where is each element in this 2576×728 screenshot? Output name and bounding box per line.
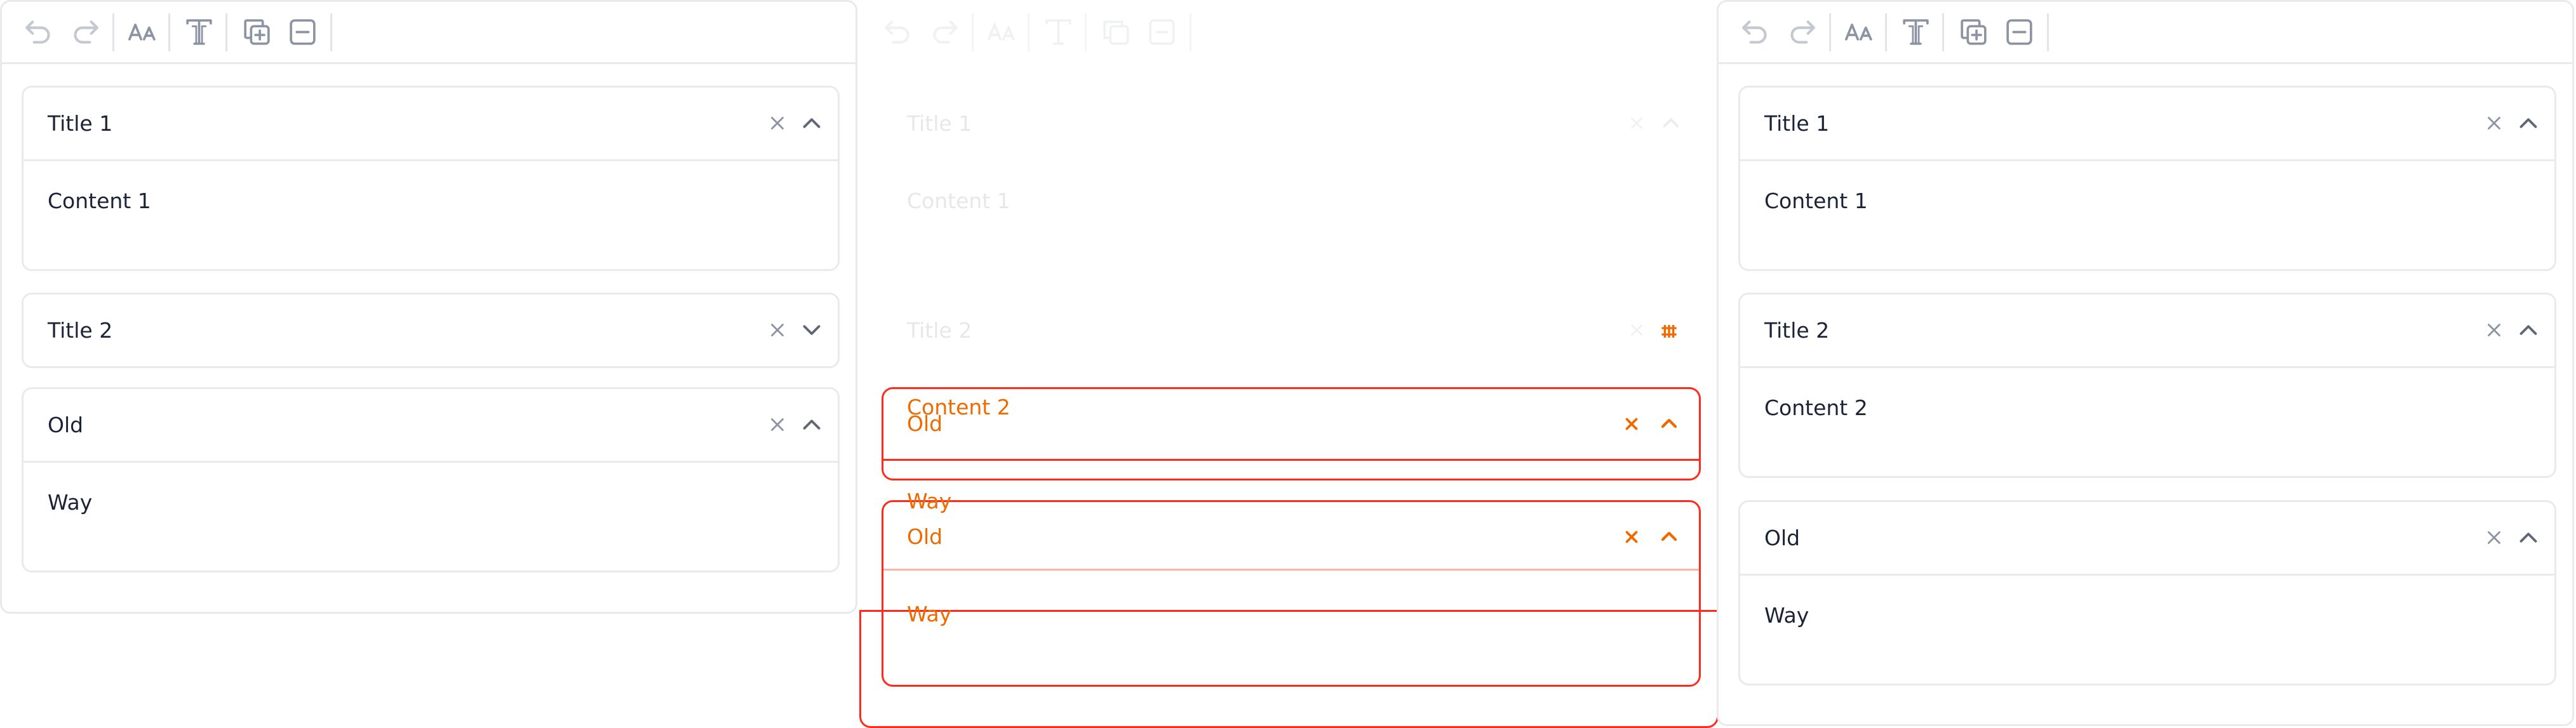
accordion-title[interactable]: Title 2 (1764, 295, 1829, 366)
close-icon[interactable] (767, 112, 788, 134)
accordion-editor-middle: Title 1 Content 1 Title 2 Content 2 Old … (859, 0, 1719, 728)
accordion-title[interactable]: Title 2 (48, 295, 112, 366)
accordion-content[interactable]: Content 1 (1764, 187, 1868, 215)
toolbar-divider (2047, 13, 2049, 51)
undo-icon[interactable] (880, 15, 915, 50)
accordion-title[interactable]: Old (48, 389, 83, 461)
accordion-header[interactable]: Title 2 (1740, 295, 2554, 366)
redo-icon[interactable] (68, 15, 103, 50)
toolbar (2, 2, 855, 64)
toolbar-divider (1028, 13, 1030, 51)
accordion-title[interactable]: Old (1764, 502, 1800, 574)
chevron-up-icon[interactable] (797, 410, 826, 439)
toolbar-divider (168, 13, 170, 51)
accordion-item: Title 2 (881, 293, 1699, 368)
chevron-down-icon[interactable] (797, 315, 826, 345)
accordion-body: Content 1 (883, 159, 1697, 269)
text-format-icon[interactable] (182, 15, 217, 50)
duplicate-icon[interactable] (1956, 15, 1991, 50)
toolbar-divider (330, 13, 332, 51)
accordion-content[interactable]: Way (1764, 601, 1809, 630)
font-size-icon[interactable] (1842, 15, 1877, 50)
accordion-item: Title 2 Content 2 (1738, 293, 2556, 478)
accordion-item: Old Way (22, 387, 840, 572)
accordion-header[interactable]: Old (23, 389, 838, 461)
accordion-title[interactable]: Title 1 (48, 88, 112, 159)
accordion-body: Way (1740, 574, 2554, 684)
close-icon[interactable] (1622, 414, 1641, 433)
close-icon[interactable] (1622, 527, 1641, 546)
close-icon[interactable] (2483, 319, 2505, 341)
close-icon[interactable] (1626, 112, 1647, 134)
drag-title-label: Old (907, 524, 943, 549)
accordion-editor-right: Title 1 Content 1 Title 2 Content 2 Old … (1717, 0, 2574, 726)
toolbar-divider (1942, 13, 1944, 51)
toolbar-divider (225, 13, 227, 51)
font-size-icon[interactable] (125, 15, 160, 50)
accordion-header[interactable]: Old (1740, 502, 2554, 574)
toolbar-divider (1190, 13, 1191, 51)
toolbar-divider (112, 13, 114, 51)
accordion-title[interactable]: Title 2 (907, 295, 972, 366)
text-format-icon[interactable] (1041, 15, 1076, 50)
remove-icon[interactable] (1144, 15, 1179, 50)
accordion-body: Content 1 (1740, 159, 2554, 269)
toolbar (861, 2, 1715, 64)
text-format-icon[interactable] (1898, 15, 1933, 50)
accordion-header[interactable]: Title 1 (1740, 88, 2554, 159)
accordion-content[interactable]: Content 1 (48, 187, 151, 215)
accordion-item: Title 1 Content 1 (22, 86, 840, 271)
chevron-up-icon[interactable] (797, 109, 826, 138)
accordion-body: Way (23, 461, 838, 571)
drag-content-label: Way (907, 489, 952, 513)
close-icon[interactable] (1626, 319, 1647, 341)
close-icon[interactable] (2483, 112, 2505, 134)
duplicate-icon[interactable] (239, 15, 274, 50)
accordion-item: Title 1 Content 1 (1738, 86, 2556, 271)
chevron-up-icon[interactable] (2514, 315, 2543, 345)
close-icon[interactable] (767, 319, 788, 341)
drag-title-label: Old (907, 411, 943, 436)
toolbar-divider (1085, 13, 1087, 51)
toolbar (1719, 2, 2572, 64)
chevron-up-icon[interactable] (2514, 523, 2543, 552)
close-icon[interactable] (767, 414, 788, 435)
remove-icon[interactable] (285, 15, 320, 50)
accordion-body: Content 1 (23, 159, 838, 269)
font-size-icon[interactable] (984, 15, 1019, 50)
drag-divider (883, 569, 1699, 571)
undo-icon[interactable] (1738, 15, 1773, 50)
accordion-title[interactable]: Title 1 (907, 88, 972, 159)
accordion-item: Title 2 (22, 293, 840, 368)
redo-icon[interactable] (927, 15, 962, 50)
accordion-body: Content 2 (1740, 366, 2554, 476)
redo-icon[interactable] (1785, 15, 1820, 50)
drag-highlight-old-2 (882, 500, 1701, 687)
accordion-item: Title 1 Content 1 (881, 86, 1699, 271)
duplicate-icon[interactable] (1099, 15, 1134, 50)
undo-icon[interactable] (21, 15, 56, 50)
chevron-up-icon[interactable] (1656, 411, 1682, 436)
remove-icon[interactable] (2002, 15, 2037, 50)
accordion-editor-left: Title 1 Content 1 Title 2 Old Way (0, 0, 857, 614)
chevron-up-icon[interactable] (2514, 109, 2543, 138)
close-icon[interactable] (2483, 527, 2505, 548)
chevron-up-icon[interactable] (1656, 109, 1686, 138)
accordion-header[interactable]: Title 1 (23, 88, 838, 159)
toolbar-divider (1829, 13, 1831, 51)
accordion-content[interactable]: Way (48, 488, 92, 517)
accordion-content[interactable]: Content 1 (907, 187, 1010, 215)
toolbar-divider (1885, 13, 1887, 51)
drag-content-label: Way (907, 602, 952, 626)
accordion-header[interactable]: Title 2 (23, 295, 838, 366)
accordion-title[interactable]: Title 1 (1764, 88, 1829, 159)
drag-divider (883, 459, 1699, 461)
accordion-content[interactable]: Content 2 (1764, 394, 1868, 422)
accordion-header[interactable]: Title 1 (883, 88, 1697, 159)
chevron-up-icon[interactable] (1656, 524, 1682, 549)
accordion-header[interactable]: Title 2 (883, 295, 1697, 366)
drag-handle-icon[interactable] (1656, 322, 1682, 341)
accordion-item: Old Way (1738, 500, 2556, 685)
toolbar-divider (972, 13, 974, 51)
